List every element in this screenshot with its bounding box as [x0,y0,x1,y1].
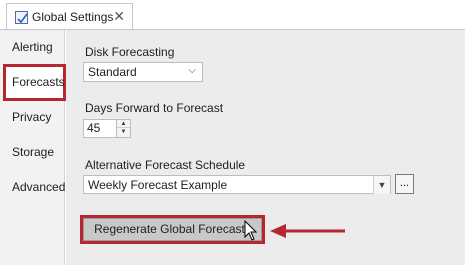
checkbox-settings-icon [15,10,28,24]
sidebar-item-label: Forecasts [12,75,65,89]
regenerate-global-forecasts-button[interactable]: Regenerate Global Forecasts [83,218,262,241]
tab-title: Global Settings [32,10,114,24]
days-forward-label: Days Forward to Forecast [85,101,224,115]
tab-global-settings[interactable]: Global Settings ✕ [6,3,133,30]
alt-schedule-value: Weekly Forecast Example [88,177,228,192]
sidebar-item-forecasts[interactable]: Forecasts [3,64,66,101]
days-forward-spinner[interactable]: 45 ▲ ▼ [83,119,131,138]
close-tab-icon[interactable]: ✕ [113,9,125,23]
sidebar-item-advanced[interactable]: Advanced [12,180,65,194]
sidebar-item-storage[interactable]: Storage [12,145,54,159]
sidebar-item-alerting[interactable]: Alerting [12,40,53,54]
days-forward-value: 45 [87,121,101,135]
disk-forecasting-dropdown[interactable]: Standard ⌵ [83,62,203,82]
alt-schedule-label: Alternative Forecast Schedule [85,158,246,172]
disk-forecasting-label: Disk Forecasting [85,45,175,59]
disk-forecasting-value: Standard [88,65,137,79]
annotation-arrow-icon [270,224,345,238]
sidebar-item-privacy[interactable]: Privacy [12,110,51,124]
alt-schedule-combobox[interactable]: Weekly Forecast Example ▼ [83,175,391,194]
spinner-buttons: ▲ ▼ [116,120,130,137]
spin-down-icon[interactable]: ▼ [117,128,130,136]
settings-sidebar: Alerting Forecasts Privacy Storage Advan… [0,30,66,265]
tab-strip: Global Settings ✕ [0,0,465,30]
browse-schedule-button[interactable]: ... [395,174,414,194]
spin-up-icon[interactable]: ▲ [117,120,130,128]
combo-dropdown-icon[interactable]: ▼ [373,176,390,194]
chevron-down-icon: ⌵ [188,65,196,76]
mouse-pointer-icon [244,220,258,241]
